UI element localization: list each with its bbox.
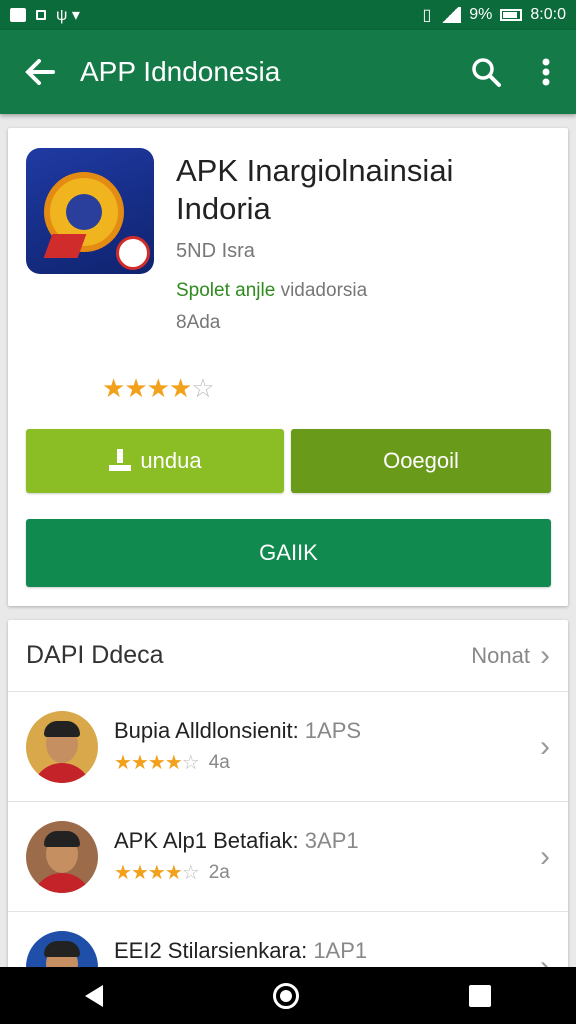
app-title: APK Inargiolnainsiai Indoria: [176, 153, 454, 226]
status-left: ψ ▾: [10, 5, 80, 25]
section-more-link[interactable]: Nonat ›: [471, 638, 550, 672]
star-filled-icon: ★: [130, 752, 149, 774]
mini-emblem-icon: [116, 236, 150, 270]
open-button[interactable]: Ooegoil: [291, 429, 551, 493]
open-label: Ooegoil: [383, 448, 459, 473]
list-item-body: APK Alp1 Betafiak: 3AP1 ★★★★☆ 2a: [114, 828, 540, 885]
star-filled-icon: ★: [147, 752, 166, 774]
list-item-rating: ★★★★☆ 2a: [114, 860, 540, 885]
status-bar: ψ ▾ ▯ 9% 8:0:0: [0, 0, 576, 30]
list-item-count: 2a: [208, 861, 230, 883]
related-apps-card: DAPI Ddeca Nonat › Bupia Alldlonsienit: …: [8, 620, 568, 980]
star-filled-icon: ★: [168, 373, 192, 403]
star-empty-icon: ☆: [181, 752, 200, 774]
list-item[interactable]: APK Alp1 Betafiak: 3AP1 ★★★★☆ 2a ›: [8, 802, 568, 912]
rating-stars: ★★★★☆: [102, 373, 215, 404]
app-bar: APP Idndonesia: [0, 30, 576, 114]
battery-percent: 9%: [469, 6, 493, 23]
category-link[interactable]: Spolet anjle: [176, 280, 275, 301]
list-item-title: EEI2 Stilarsienkara: 1AP1: [114, 938, 540, 964]
star-filled-icon: ★: [102, 373, 125, 403]
status-right: ▯ 9% 8:0:0: [422, 5, 566, 25]
system-nav-bar: [0, 967, 576, 1024]
star-filled-icon: ★: [124, 373, 147, 403]
nav-back-icon[interactable]: [85, 984, 103, 1007]
star-empty-icon: ☆: [191, 373, 214, 403]
clock: 8:0:0: [530, 6, 566, 23]
star-filled-icon: ★: [164, 862, 183, 884]
star-filled-icon: ★: [114, 752, 132, 774]
list-item-tag: 3AP1: [298, 828, 359, 853]
star-filled-icon: ★: [146, 373, 170, 403]
list-item-stars: ★★★★☆: [114, 750, 200, 775]
category-text: vidadorsia: [275, 280, 368, 301]
star-filled-icon: ★: [147, 862, 166, 884]
primary-action-button[interactable]: GAIIK: [26, 519, 551, 587]
star-empty-icon: ☆: [181, 862, 200, 884]
list-item-title-text: APK Alp1 Betafiak:: [114, 828, 299, 853]
signal-icon: [439, 7, 462, 23]
usb-notification-icon: ψ ▾: [56, 7, 80, 24]
chevron-right-icon: ›: [540, 729, 550, 763]
list-item-title-text: Bupia Alldlonsienit:: [114, 718, 299, 743]
primary-action-label: GAIIK: [259, 540, 318, 565]
app-detail-card: APK Inargiolnainsiai Indoria 5ND Isra Sp…: [8, 128, 568, 606]
section-more-label: Nonat: [471, 642, 530, 668]
star-filled-icon: ★: [114, 862, 132, 884]
list-item-count: 4a: [208, 751, 230, 773]
list-item-title-text: EEI2 Stilarsienkara:: [114, 938, 308, 963]
avatar: [26, 820, 98, 893]
image-notification-icon: [10, 8, 26, 22]
nav-home-icon[interactable]: [273, 982, 299, 1009]
list-item-body: Bupia Alldlonsienit: 1APS ★★★★☆ 4a: [114, 718, 540, 775]
app-bar-title: APP Idndonesia: [80, 56, 281, 87]
search-icon[interactable]: [456, 57, 516, 87]
star-filled-icon: ★: [130, 862, 149, 884]
battery-icon: [500, 9, 523, 21]
chevron-right-icon: ›: [540, 638, 550, 672]
download-button[interactable]: undua: [26, 429, 284, 493]
list-item-tag: 1AP1: [307, 938, 368, 963]
download-icon: [108, 449, 132, 473]
vibrate-icon: ▯: [422, 7, 432, 24]
list-item-tag: 1APS: [298, 718, 362, 743]
avatar: [26, 710, 98, 783]
nav-recents-icon[interactable]: [469, 984, 491, 1007]
arrow-left-icon[interactable]: [0, 59, 80, 85]
ribbon-icon: [43, 234, 87, 258]
developer-name[interactable]: 5ND Isra: [176, 240, 255, 263]
category-line: Spolet anjle vidadorsia: [176, 280, 367, 302]
section-header: DAPI Ddeca Nonat ›: [8, 620, 568, 692]
star-filled-icon: ★: [164, 752, 183, 774]
more-vert-icon[interactable]: [516, 58, 576, 86]
list-item-title: Bupia Alldlonsienit: 1APS: [114, 718, 540, 744]
list-item[interactable]: Bupia Alldlonsienit: 1APS ★★★★☆ 4a ›: [8, 692, 568, 802]
section-title: DAPI Ddeca: [26, 641, 164, 669]
list-item-title: APK Alp1 Betafiak: 3AP1: [114, 828, 540, 854]
app-icon: [26, 148, 154, 274]
download-label: undua: [140, 448, 202, 473]
clipboard-notification-icon: [36, 10, 46, 20]
chevron-right-icon: ›: [540, 839, 550, 873]
age-rating: 8Ada: [176, 312, 221, 333]
list-item-rating: ★★★★☆ 4a: [114, 750, 540, 775]
list-item-stars: ★★★★☆: [114, 860, 200, 885]
